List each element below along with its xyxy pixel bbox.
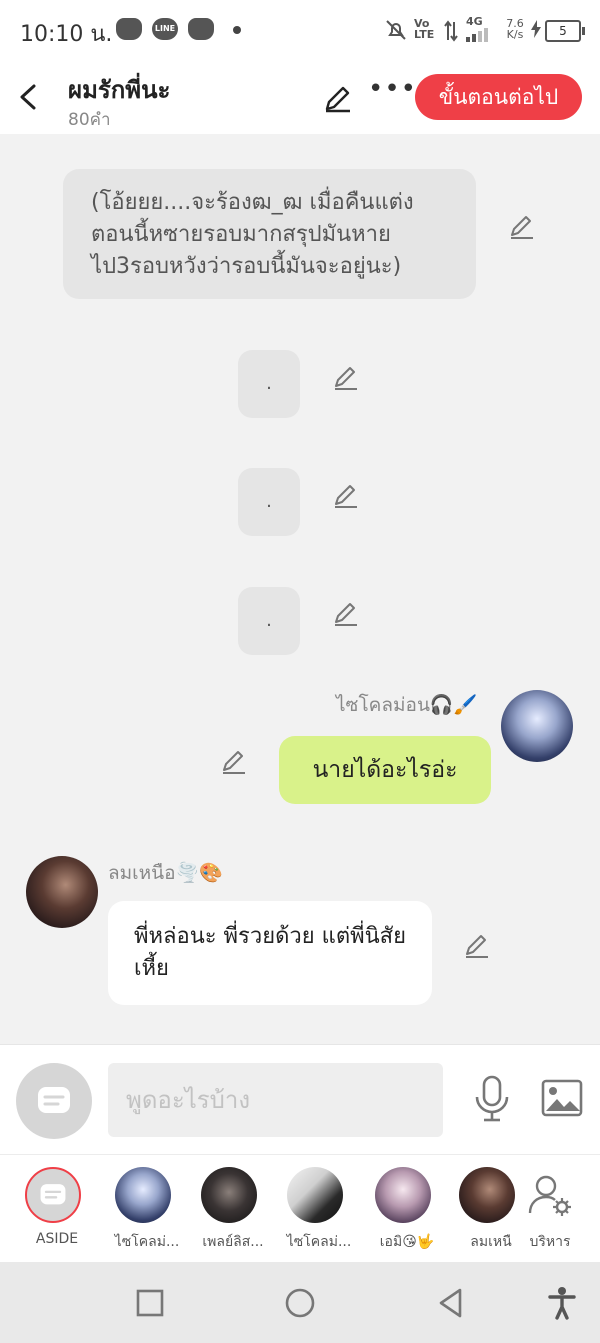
avatar[interactable] <box>501 690 573 762</box>
aside-toggle-button[interactable] <box>16 1063 92 1139</box>
character-label: เพลย์ลิส... <box>202 1234 264 1250</box>
volte-indicator: Vo LTE <box>414 17 435 41</box>
character-label: บริหาร <box>529 1234 571 1250</box>
narration-bubble[interactable]: . <box>238 587 300 655</box>
line-icon: LINE <box>152 18 178 40</box>
back-icon[interactable] <box>436 1287 466 1319</box>
sender-name: ลมเหนือ🌪️🎨 <box>108 862 223 884</box>
signal-icon <box>466 28 488 42</box>
edit-pencil-icon[interactable] <box>331 362 361 392</box>
character-label: ASIDE <box>35 1231 79 1247</box>
edit-pencil-icon[interactable] <box>507 211 537 241</box>
user-settings-icon <box>528 1175 571 1216</box>
chat-title: ผมรักพี่นะ <box>68 76 171 104</box>
avatar <box>201 1167 257 1223</box>
manage-characters[interactable]: บริหาร <box>506 1165 594 1261</box>
character-item[interactable]: ไซโคลม่... <box>102 1165 182 1261</box>
chat-bubble-icon <box>38 1087 70 1113</box>
microphone-icon[interactable] <box>472 1075 512 1123</box>
word-count: 80คำ <box>68 110 111 130</box>
edit-pencil-icon[interactable] <box>462 930 492 960</box>
character-selector-bar: ASIDE ไซโคลม่... เพลย์ลิส... ไซโคลม่... … <box>0 1154 600 1263</box>
net-speed: 7.6 K/s <box>506 17 524 41</box>
avatar[interactable] <box>26 856 98 928</box>
character-label: เอมิ😘🤟 <box>379 1234 435 1250</box>
character-item[interactable]: เอมิ😘🤟 <box>362 1165 442 1261</box>
message-input[interactable] <box>108 1063 443 1137</box>
recent-apps-icon[interactable] <box>136 1289 164 1317</box>
status-bar: 10:10 น. LINE Vo LTE 4G 7.6 K/s 5 <box>0 0 600 62</box>
bell-off-icon <box>386 20 406 40</box>
character-label: ไซโคลม่... <box>286 1234 352 1250</box>
discord-icon <box>188 18 214 40</box>
notification-dot-icon <box>233 26 241 34</box>
data-arrows-icon <box>444 20 458 42</box>
narration-bubble[interactable]: . <box>238 350 300 418</box>
sender-name: ไซโคลม่อน🎧🖌️ <box>336 694 478 716</box>
character-item[interactable]: เพลย์ลิส... <box>188 1165 268 1261</box>
edit-pencil-icon[interactable] <box>331 480 361 510</box>
more-options-icon[interactable]: ••• <box>368 76 416 110</box>
message-bubble[interactable]: พี่หล่อนะ พี่รวยด้วย แต่พี่นิสัยเหี้ย <box>108 901 432 1005</box>
aside-icon <box>25 1167 81 1223</box>
battery-indicator: 5 <box>545 20 585 42</box>
narration-bubble[interactable]: (โอ้ยยย....จะร้องฒ_ฒ เมื่อคืนแต่งตอนนี้ห… <box>63 169 476 299</box>
system-nav-bar <box>0 1262 600 1343</box>
status-time: 10:10 น. <box>20 22 113 47</box>
next-step-button[interactable]: ขั้นตอนต่อไป <box>415 74 582 120</box>
character-aside[interactable]: ASIDE <box>12 1165 92 1261</box>
charging-icon <box>531 20 541 38</box>
edit-pencil-icon[interactable] <box>322 82 354 114</box>
edit-pencil-icon[interactable] <box>219 746 249 776</box>
composer-bar <box>0 1044 600 1155</box>
discord-icon <box>116 18 142 40</box>
character-label: ไซโคลม่... <box>114 1234 180 1250</box>
image-gallery-icon[interactable] <box>541 1079 583 1117</box>
avatar <box>375 1167 431 1223</box>
avatar <box>287 1167 343 1223</box>
narration-bubble[interactable]: . <box>238 468 300 536</box>
message-bubble[interactable]: นายได้อะไรอ่ะ <box>279 736 491 804</box>
chat-header: ผมรักพี่นะ 80คำ ••• ขั้นตอนต่อไป <box>0 62 600 134</box>
avatar <box>115 1167 171 1223</box>
network-type: 4G <box>466 15 483 28</box>
edit-pencil-icon[interactable] <box>331 598 361 628</box>
back-arrow-icon[interactable] <box>14 80 44 114</box>
home-icon[interactable] <box>284 1287 316 1319</box>
character-item[interactable]: ไซโคลม่... <box>274 1165 354 1261</box>
accessibility-icon[interactable] <box>548 1286 576 1320</box>
